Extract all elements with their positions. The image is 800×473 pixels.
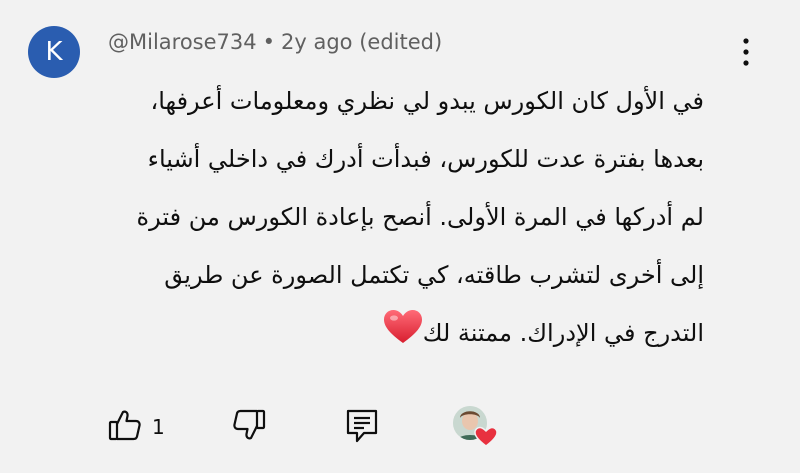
header-separator: •	[262, 30, 276, 54]
like-count: 1	[152, 415, 165, 439]
author-name[interactable]: @Milarose734	[108, 30, 257, 54]
like-button[interactable]: 1	[108, 408, 165, 446]
commenter-avatar[interactable]: K	[28, 26, 80, 78]
comment-line: التدرج في الإدراك. ممتنة لك	[422, 319, 704, 347]
creator-heart-avatar	[450, 404, 498, 447]
comment-line: لم أدركها في المرة الأولى. أنصح بإعادة ا…	[136, 203, 704, 231]
comment-line: بعدها بفترة عدت للكورس، فبدأت أدرك في دا…	[147, 145, 704, 173]
dislike-button[interactable]	[232, 408, 266, 446]
comment-line: إلى أخرى لتشرب طاقته، كي تكتمل الصورة عن…	[164, 261, 704, 289]
thumbs-up-icon	[108, 408, 142, 446]
comment-line: في الأول كان الكورس يبدو لي نظري ومعلوما…	[150, 87, 704, 115]
comment-header: @Milarose734 • 2y ago (edited)	[108, 30, 442, 54]
reply-button[interactable]	[345, 408, 379, 448]
more-actions-icon[interactable]	[734, 34, 758, 70]
heart-emoji-icon	[383, 308, 423, 344]
comment-last-line: التدرج في الإدراك. ممتنة لك	[104, 304, 704, 362]
comment-action-bar: 1	[0, 400, 800, 460]
comment-timestamp[interactable]: 2y ago (edited)	[281, 30, 442, 54]
comment-text: في الأول كان الكورس يبدو لي نظري ومعلوما…	[104, 72, 704, 362]
avatar-letter: K	[45, 37, 63, 67]
thumbs-down-icon	[232, 408, 266, 446]
reply-comment-icon	[345, 408, 379, 448]
